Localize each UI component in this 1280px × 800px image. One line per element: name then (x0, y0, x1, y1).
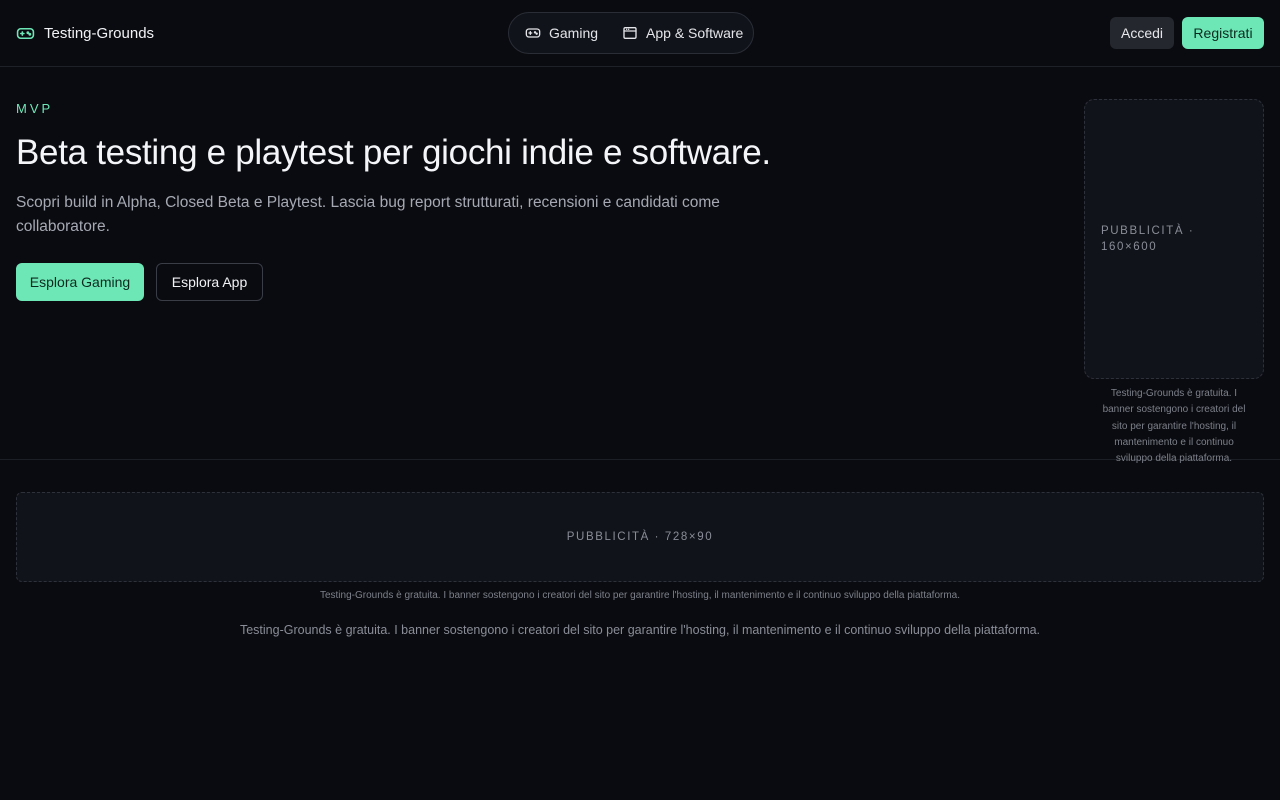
nav-item-label: Gaming (549, 25, 599, 41)
ad-banner-label: PUBBLICITÀ · 160×600 (1101, 225, 1195, 253)
ad-disclaimer: Testing-Grounds è gratuita. I banner sos… (319, 590, 961, 601)
brand-logo-link[interactable]: Testing-Grounds (16, 22, 154, 44)
login-button[interactable]: Accedi (1110, 17, 1174, 49)
gamepad-icon (16, 27, 35, 39)
gamepad-icon (525, 28, 541, 38)
explore-app-button[interactable]: Esplora App (156, 263, 263, 301)
app-window-icon (623, 27, 637, 39)
hero-title: Beta testing e playtest per giochi indie… (16, 133, 771, 172)
register-button[interactable]: Registrati (1182, 17, 1264, 49)
nav-item-app-software[interactable]: App & Software (622, 25, 743, 41)
site-header: Testing-Grounds Gaming App & Software Ac… (0, 0, 1280, 67)
nav-item-gaming[interactable]: Gaming (525, 25, 598, 41)
ad-banner-vertical[interactable]: PUBBLICITÀ · 160×600 (1084, 99, 1264, 379)
hero-section: MVP Beta testing e playtest per giochi i… (0, 67, 1280, 464)
ad-disclaimer: Testing-Grounds è gratuita. I banner sos… (1102, 388, 1246, 465)
nav-item-label: App & Software (646, 25, 744, 41)
brand-name: Testing-Grounds (44, 24, 155, 42)
hero-eyebrow: MVP (16, 101, 54, 116)
hero-subtitle: Scopri build in Alpha, Closed Beta e Pla… (16, 194, 720, 235)
ad-banner-horizontal[interactable]: PUBBLICITÀ · 728×90 (16, 492, 1264, 582)
footer-note: Testing-Grounds è gratuita. I banner sos… (239, 623, 1041, 637)
ad-banner-label: PUBBLICITÀ · 728×90 (566, 531, 714, 543)
main-nav: Gaming App & Software (508, 12, 754, 54)
explore-gaming-button[interactable]: Esplora Gaming (16, 263, 144, 301)
